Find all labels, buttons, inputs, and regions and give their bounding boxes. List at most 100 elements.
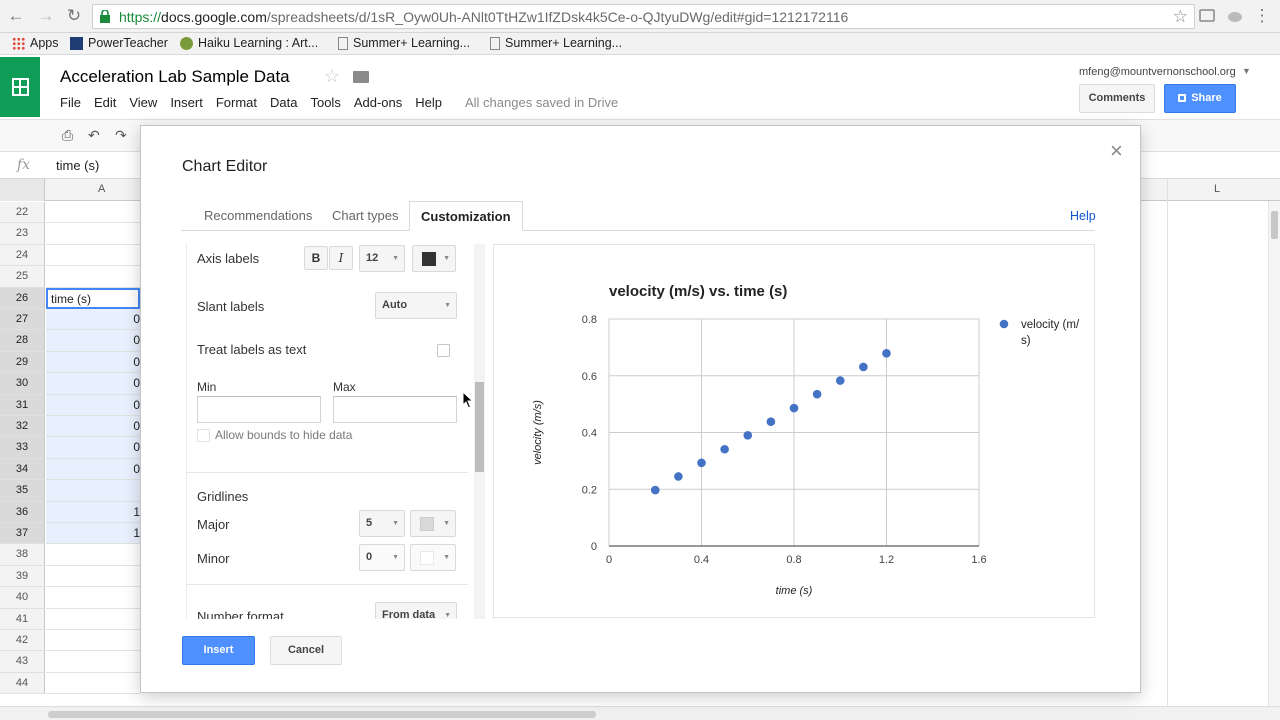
cell-a[interactable]: 0 xyxy=(46,309,140,331)
redo-icon[interactable]: ↷ xyxy=(115,127,127,144)
share-button[interactable]: Share xyxy=(1164,84,1236,113)
back-icon[interactable]: ← xyxy=(6,6,26,26)
scrollbar-thumb[interactable] xyxy=(475,382,484,472)
menu-file[interactable]: File xyxy=(60,95,81,110)
close-icon[interactable]: × xyxy=(1110,138,1123,164)
row-header[interactable]: 24 xyxy=(0,244,45,267)
row-header[interactable]: 36 xyxy=(0,501,45,523)
menu-addons[interactable]: Add-ons xyxy=(354,95,402,110)
undo-icon[interactable]: ↶ xyxy=(88,127,100,144)
row-header[interactable]: 41 xyxy=(0,608,45,630)
row-header[interactable]: 42 xyxy=(0,630,45,652)
row-header[interactable]: 23 xyxy=(0,223,45,245)
insert-button[interactable]: Insert xyxy=(182,636,255,665)
font-size-select[interactable]: 12 ▼ xyxy=(359,245,405,272)
row-header[interactable]: 44 xyxy=(0,672,45,695)
cell-a[interactable]: 0 xyxy=(46,373,140,395)
cell-a[interactable] xyxy=(46,245,140,267)
star-icon[interactable]: ☆ xyxy=(324,66,340,87)
row-header[interactable]: 43 xyxy=(0,651,45,673)
menu-view[interactable]: View xyxy=(129,95,157,110)
menu-icon[interactable]: ⋮ xyxy=(1252,6,1272,26)
cell-a[interactable]: 0 xyxy=(46,458,140,481)
column-header-l[interactable]: L xyxy=(1214,183,1220,195)
tab-chart-types[interactable]: Chart types xyxy=(321,201,409,231)
min-input[interactable] xyxy=(197,396,321,423)
row-header[interactable]: 34 xyxy=(0,458,45,481)
cell-a[interactable] xyxy=(46,266,140,288)
document-title[interactable]: Acceleration Lab Sample Data xyxy=(60,67,290,87)
cell-a[interactable] xyxy=(46,223,140,245)
italic-button[interactable]: I xyxy=(329,246,353,270)
cancel-button[interactable]: Cancel xyxy=(270,636,342,665)
cell-a[interactable]: 0 xyxy=(46,351,140,374)
print-icon[interactable]: ⎙ xyxy=(62,127,73,144)
row-header[interactable]: 26 xyxy=(0,287,45,309)
bookmark-haiku[interactable]: Haiku Learning : Art... xyxy=(180,36,318,50)
menu-help[interactable]: Help xyxy=(415,95,442,110)
bookmark-powerteacher[interactable]: PowerTeacher xyxy=(70,36,168,50)
row-header[interactable]: 39 xyxy=(0,565,45,588)
row-header[interactable]: 35 xyxy=(0,480,45,502)
cell-a[interactable]: 0 xyxy=(46,394,140,416)
panel-scrollbar[interactable] xyxy=(474,244,485,619)
row-header[interactable]: 33 xyxy=(0,437,45,459)
sheets-logo-icon[interactable] xyxy=(0,57,40,117)
row-header[interactable]: 30 xyxy=(0,373,45,395)
menu-format[interactable]: Format xyxy=(216,95,257,110)
cell-a[interactable] xyxy=(46,202,140,224)
menu-edit[interactable]: Edit xyxy=(94,95,116,110)
select-all-corner[interactable] xyxy=(0,179,45,201)
cell-a[interactable] xyxy=(46,651,140,673)
account-caret-icon[interactable]: ▼ xyxy=(1242,66,1251,76)
cell-a[interactable] xyxy=(46,630,140,652)
scrollbar-thumb[interactable] xyxy=(1271,211,1278,239)
row-header[interactable]: 25 xyxy=(0,266,45,288)
tab-recommendations[interactable]: Recommendations xyxy=(193,201,323,231)
tab-customization[interactable]: Customization xyxy=(409,201,523,231)
cell-a[interactable]: 0 xyxy=(46,437,140,459)
bold-button[interactable]: B xyxy=(304,246,328,270)
row-header[interactable]: 37 xyxy=(0,523,45,545)
bookmark-star-icon[interactable]: ☆ xyxy=(1173,7,1188,27)
allow-bounds-checkbox[interactable] xyxy=(197,429,210,442)
cell-a[interactable] xyxy=(46,480,140,502)
row-header[interactable]: 29 xyxy=(0,351,45,374)
cell-a[interactable] xyxy=(46,673,140,695)
slant-labels-select[interactable]: Auto ▼ xyxy=(375,292,457,319)
major-color-select[interactable]: ▼ xyxy=(410,510,456,537)
row-header[interactable]: 31 xyxy=(0,394,45,416)
row-header[interactable]: 22 xyxy=(0,202,45,224)
bookmark-summer-2[interactable]: Summer+ Learning... xyxy=(490,36,622,50)
address-bar[interactable]: https://docs.google.com/spreadsheets/d/1… xyxy=(92,4,1195,29)
row-header[interactable]: 40 xyxy=(0,587,45,609)
cell-a[interactable] xyxy=(46,609,140,630)
menu-data[interactable]: Data xyxy=(270,95,297,110)
row-header[interactable]: 32 xyxy=(0,416,45,438)
max-input[interactable] xyxy=(333,396,457,423)
row-header[interactable]: 38 xyxy=(0,544,45,566)
scatter-chart[interactable]: velocity (m/s) vs. time (s) 0 0.4 0.8 1.2 1.6… xyxy=(494,245,1094,617)
treat-labels-checkbox[interactable] xyxy=(437,344,450,357)
cell-a[interactable] xyxy=(46,544,140,566)
cell-a[interactable]: time (s) xyxy=(46,287,140,309)
menu-tools[interactable]: Tools xyxy=(310,95,340,110)
row-header[interactable]: 28 xyxy=(0,330,45,352)
minor-gridlines-select[interactable]: 0 ▼ xyxy=(359,544,405,571)
folder-icon[interactable] xyxy=(353,71,369,83)
account-email[interactable]: mfeng@mountvernonschool.org xyxy=(1079,66,1236,78)
menu-insert[interactable]: Insert xyxy=(170,95,203,110)
column-header-a[interactable]: A xyxy=(98,183,105,195)
major-gridlines-select[interactable]: 5 ▼ xyxy=(359,510,405,537)
reload-icon[interactable]: ↻ xyxy=(64,6,84,26)
horizontal-scrollbar[interactable] xyxy=(0,706,1280,720)
minor-color-select[interactable]: ▼ xyxy=(410,544,456,571)
help-link[interactable]: Help xyxy=(1070,209,1096,223)
scrollbar-thumb[interactable] xyxy=(48,711,596,718)
extension-icon[interactable] xyxy=(1198,7,1216,25)
cell-a[interactable]: 0 xyxy=(46,330,140,352)
vertical-scrollbar[interactable] xyxy=(1268,201,1280,706)
formula-input[interactable]: time (s) xyxy=(56,158,99,173)
text-color-select[interactable]: ▼ xyxy=(412,245,456,272)
cell-a[interactable] xyxy=(46,587,140,609)
